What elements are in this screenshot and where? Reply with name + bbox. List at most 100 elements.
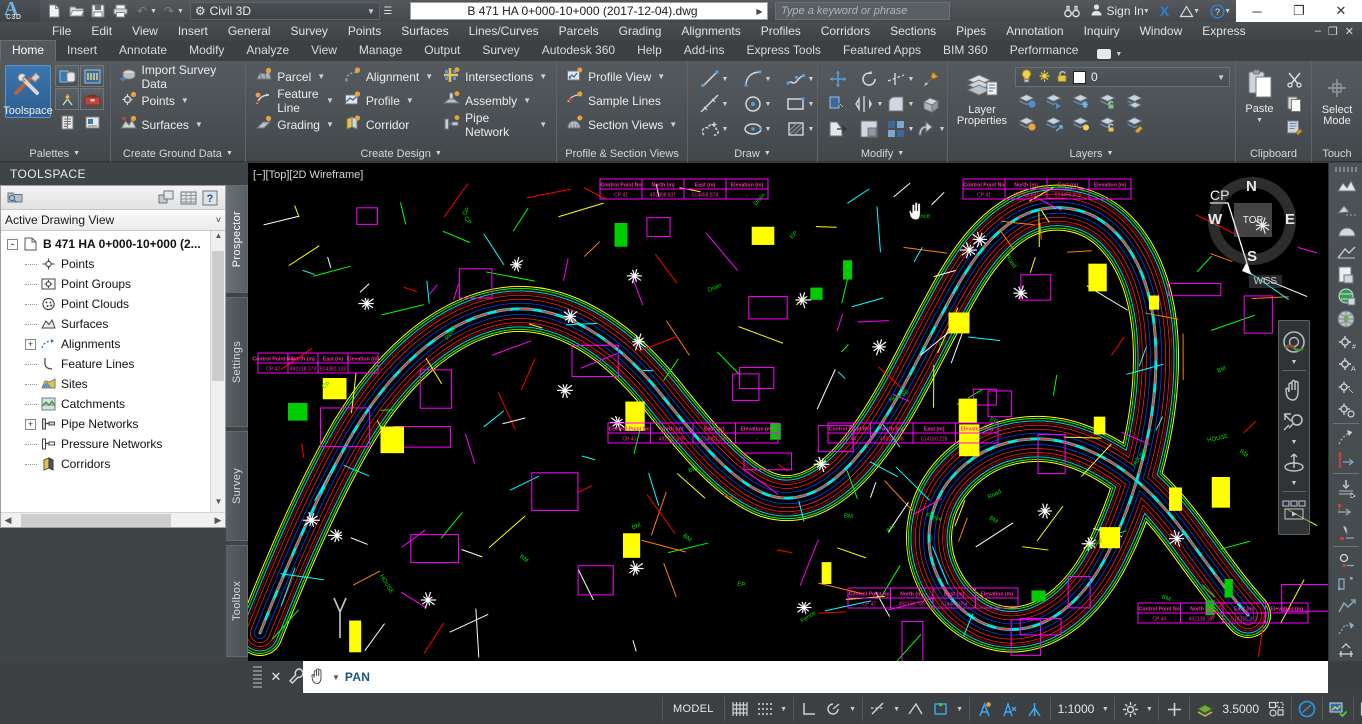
surfaces-button[interactable]: Surfaces ▼ — [116, 113, 241, 136]
rotate-icon[interactable] — [854, 67, 884, 91]
xline-icon[interactable]: ▼ — [693, 92, 735, 116]
section-views-button[interactable]: Section Views ▼ — [562, 113, 681, 136]
measure-icon[interactable] — [916, 67, 946, 91]
toolspace-tab-settings[interactable]: Settings — [226, 297, 248, 427]
chevron-down-icon[interactable]: ▼ — [1217, 73, 1225, 82]
orbit-icon[interactable] — [1280, 448, 1308, 478]
arc-icon[interactable]: ▼ — [736, 67, 778, 91]
chevron-down-icon[interactable]: ▼ — [877, 101, 884, 108]
tree-node-catchments[interactable]: Catchments — [7, 394, 207, 414]
layer-color-swatch[interactable] — [1073, 70, 1086, 84]
polyline-icon[interactable]: ▼ — [779, 67, 821, 91]
view-cube-east[interactable]: E — [1285, 211, 1295, 228]
chevron-down-icon[interactable]: ▼ — [808, 76, 815, 83]
menu-item-points[interactable]: Points — [338, 22, 391, 41]
pipe-create-icon[interactable] — [1332, 522, 1360, 543]
ortho-mode-icon[interactable] — [798, 698, 820, 720]
ribbon-tab-modify[interactable]: Modify — [178, 41, 235, 61]
layer-merge-icon[interactable] — [1123, 89, 1149, 111]
menu-item-surfaces[interactable]: Surfaces — [391, 22, 458, 41]
redo-icon[interactable]: ↷ — [159, 2, 179, 20]
open-drawing-icon[interactable] — [5, 188, 27, 208]
undo-dropdown-icon[interactable]: ▼ — [150, 8, 157, 15]
layer-on-icon[interactable] — [1015, 112, 1041, 134]
help-icon[interactable]: ? — [199, 188, 221, 208]
profile-button[interactable]: Profile ▼ — [340, 89, 437, 112]
zoom-icon[interactable] — [1280, 407, 1308, 437]
menu-item-corridors[interactable]: Corridors — [811, 22, 880, 41]
ribbon-tab-analyze[interactable]: Analyze — [235, 41, 300, 61]
fillet-icon[interactable]: ▼ — [885, 92, 915, 116]
sample-line-create-icon[interactable] — [1332, 500, 1360, 521]
plot-icon[interactable] — [110, 2, 130, 20]
document-dropdown-icon[interactable]: ▶ — [752, 2, 768, 20]
chevron-down-icon[interactable]: ▼ — [181, 96, 189, 105]
ribbon-tab-add-ins[interactable]: Add-ins — [673, 41, 736, 61]
chevron-down-icon[interactable]: ▼ — [1144, 706, 1154, 713]
properties-icon[interactable] — [55, 111, 79, 133]
tree-expander[interactable]: + — [25, 338, 36, 350]
menu-item-parcels[interactable]: Parcels — [549, 22, 609, 41]
extrude-icon[interactable] — [916, 92, 946, 116]
menu-item-express[interactable]: Express — [1192, 22, 1255, 41]
survey-icon[interactable] — [55, 88, 79, 110]
chevron-down-icon[interactable]: ▼ — [332, 673, 340, 682]
chevron-down-icon[interactable]: ▼ — [908, 101, 915, 108]
maximize-button[interactable]: ❐ — [1278, 0, 1320, 22]
chevron-down-icon[interactable]: ▼ — [808, 101, 815, 108]
chevron-down-icon[interactable]: ▼ — [195, 120, 203, 129]
drawing-minimize-button[interactable]: – — [1315, 25, 1321, 38]
chevron-down-icon[interactable]: ▼ — [722, 126, 729, 133]
hatch-icon[interactable]: ▼ — [779, 117, 821, 141]
tree-horizontal-scrollbar[interactable]: ◀ ▶ — [1, 512, 225, 527]
viewport-label[interactable]: [−][Top][2D Wireframe] — [253, 169, 363, 181]
mirror-icon[interactable]: ▼ — [854, 92, 884, 116]
grid-view-icon[interactable] — [177, 188, 199, 208]
toolspace-tab-prospector[interactable]: Prospector — [226, 185, 248, 293]
menu-item-sections[interactable]: Sections — [880, 22, 946, 41]
grading-create-icon[interactable] — [1332, 573, 1360, 594]
menu-item-general[interactable]: General — [218, 22, 281, 41]
ribbon-tab-home[interactable]: Home — [0, 40, 57, 61]
point-label-icon[interactable]: A — [1332, 354, 1360, 375]
ribbon-tab-output[interactable]: Output — [413, 41, 471, 61]
chevron-down-icon[interactable]: ▼ — [523, 96, 531, 105]
chevron-down-icon[interactable]: ▼ — [226, 150, 233, 157]
point-create-icon[interactable]: # — [1332, 331, 1360, 352]
paste-special-icon[interactable] — [1282, 116, 1306, 138]
new-icon[interactable] — [44, 2, 64, 20]
chevron-down-icon[interactable]: ▼ — [317, 72, 325, 81]
application-menu-button[interactable]: A C3D — [0, 0, 40, 22]
drawing-canvas[interactable]: HOUSE BM CP Fence BM BM BM HOUSE BM CP BM CP BM BM EP H… — [248, 163, 1328, 661]
tree-node-pressure-networks[interactable]: Pressure Networks — [7, 434, 207, 454]
menu-item-insert[interactable]: Insert — [168, 22, 218, 41]
grid-display-icon[interactable] — [729, 698, 751, 720]
toolspace-tab-survey[interactable]: Survey — [226, 431, 248, 541]
tree-node-feature-lines[interactable]: Feature Lines — [7, 354, 207, 374]
scroll-right-icon[interactable]: ▶ — [211, 515, 225, 526]
parcel-button[interactable]: Parcel ▼ — [251, 65, 338, 88]
tree-node-alignments[interactable]: + Alignments — [7, 334, 207, 354]
command-input[interactable]: ▼ PAN — [303, 661, 1328, 693]
chevron-down-icon[interactable]: ▼ — [1193, 8, 1200, 15]
chevron-down-icon[interactable]: ▼ — [908, 76, 915, 83]
minimize-button[interactable]: ─ — [1236, 0, 1278, 22]
points-button[interactable]: Points ▼ — [116, 89, 241, 112]
chevron-down-icon[interactable]: ▼ — [765, 101, 772, 108]
chevron-down-icon[interactable]: ▼ — [908, 126, 915, 133]
select-mode-button[interactable]: Select Mode — [1317, 73, 1357, 127]
tree-node-points[interactable]: Points — [7, 254, 207, 274]
menu-item-view[interactable]: View — [122, 22, 168, 41]
move-icon[interactable] — [823, 67, 853, 91]
circle-icon[interactable]: ▼ — [736, 92, 778, 116]
toolbox-icon[interactable] — [80, 88, 104, 110]
command-line-grip[interactable] — [253, 666, 262, 688]
chevron-down-icon[interactable]: ▼ — [1256, 117, 1263, 124]
sheet-set-manager-icon[interactable] — [80, 111, 104, 133]
menu-item-profiles[interactable]: Profiles — [751, 22, 811, 41]
report-icon[interactable] — [1332, 264, 1360, 285]
layer-on-bulb-icon[interactable] — [1020, 68, 1033, 86]
chevron-down-icon[interactable]: ▼ — [765, 126, 772, 133]
feature-line-create-icon[interactable] — [1332, 595, 1360, 616]
layer-icon[interactable] — [1194, 698, 1216, 720]
